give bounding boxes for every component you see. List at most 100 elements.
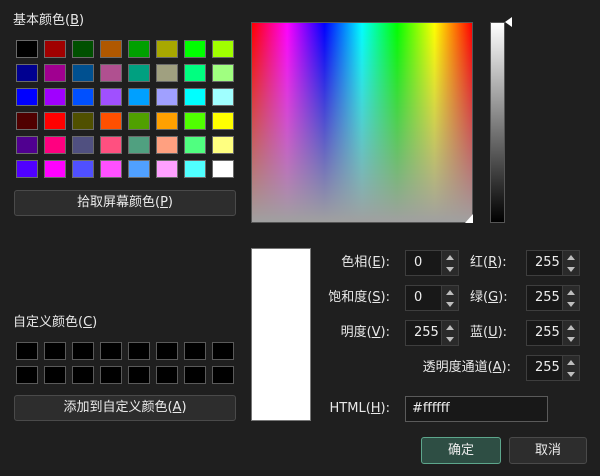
basic-color-swatch[interactable] xyxy=(72,160,94,178)
basic-color-swatch[interactable] xyxy=(72,136,94,154)
basic-color-swatch[interactable] xyxy=(16,40,38,58)
basic-color-swatch[interactable] xyxy=(156,136,178,154)
hue-decrease-icon[interactable] xyxy=(446,266,454,272)
custom-color-swatch[interactable] xyxy=(212,366,234,384)
custom-color-swatch[interactable] xyxy=(16,366,38,384)
custom-color-swatch[interactable] xyxy=(44,342,66,360)
basic-color-swatch[interactable] xyxy=(156,64,178,82)
basic-color-swatch[interactable] xyxy=(16,112,38,130)
basic-color-swatch[interactable] xyxy=(100,112,122,130)
basic-color-swatch[interactable] xyxy=(156,160,178,178)
basic-color-swatch[interactable] xyxy=(128,64,150,82)
basic-color-swatch[interactable] xyxy=(128,112,150,130)
basic-color-swatch[interactable] xyxy=(156,112,178,130)
basic-color-swatch[interactable] xyxy=(72,88,94,106)
basic-color-swatch[interactable] xyxy=(16,64,38,82)
green-spinbox[interactable]: 255 xyxy=(526,285,580,311)
add-to-custom-colors-button[interactable]: 添加到自定义颜色(A) xyxy=(14,395,236,421)
ok-button[interactable]: 确定 xyxy=(421,437,501,464)
red-increase-icon[interactable] xyxy=(567,254,575,260)
basic-color-swatch[interactable] xyxy=(44,112,66,130)
hue-increase-icon[interactable] xyxy=(446,254,454,260)
saturation-increase-icon[interactable] xyxy=(446,289,454,295)
basic-color-swatch[interactable] xyxy=(100,160,122,178)
basic-color-swatch[interactable] xyxy=(44,136,66,154)
basic-color-swatch[interactable] xyxy=(128,136,150,154)
basic-color-swatch[interactable] xyxy=(44,160,66,178)
custom-color-swatch[interactable] xyxy=(72,366,94,384)
basic-color-swatch[interactable] xyxy=(128,88,150,106)
custom-color-swatch[interactable] xyxy=(156,342,178,360)
custom-color-swatch[interactable] xyxy=(184,342,206,360)
saturation-spinbox[interactable]: 0 xyxy=(405,285,459,311)
basic-color-swatch[interactable] xyxy=(184,40,206,58)
custom-color-swatch[interactable] xyxy=(100,366,122,384)
blue-spinbox[interactable]: 255 xyxy=(526,320,580,346)
basic-color-swatch[interactable] xyxy=(212,112,234,130)
basic-color-swatch[interactable] xyxy=(44,40,66,58)
basic-color-swatch[interactable] xyxy=(128,160,150,178)
basic-color-swatch[interactable] xyxy=(156,88,178,106)
basic-color-swatch[interactable] xyxy=(184,112,206,130)
alpha-spinbox[interactable]: 255 xyxy=(526,355,580,381)
red-spinbox[interactable]: 255 xyxy=(526,250,580,276)
blue-increase-icon[interactable] xyxy=(567,324,575,330)
hue-spinbox[interactable]: 0 xyxy=(405,250,459,276)
luminance-slider[interactable] xyxy=(490,22,505,223)
pick-screen-color-button[interactable]: 拾取屏幕颜色(P) xyxy=(14,190,236,216)
custom-color-swatch[interactable] xyxy=(128,342,150,360)
basic-color-swatch[interactable] xyxy=(44,88,66,106)
basic-color-swatch[interactable] xyxy=(100,40,122,58)
green-decrease-icon[interactable] xyxy=(567,301,575,307)
basic-color-swatch[interactable] xyxy=(72,112,94,130)
basic-color-swatch[interactable] xyxy=(128,40,150,58)
basic-color-swatch[interactable] xyxy=(72,64,94,82)
saturation-decrease-icon[interactable] xyxy=(446,301,454,307)
color-spectrum[interactable] xyxy=(251,22,473,223)
basic-color-swatch[interactable] xyxy=(72,40,94,58)
basic-color-swatch[interactable] xyxy=(212,40,234,58)
value-increase-icon[interactable] xyxy=(446,324,454,330)
basic-color-swatch[interactable] xyxy=(212,136,234,154)
basic-color-swatch[interactable] xyxy=(16,136,38,154)
red-decrease-icon[interactable] xyxy=(567,266,575,272)
basic-color-swatch[interactable] xyxy=(100,136,122,154)
basic-color-swatch[interactable] xyxy=(212,160,234,178)
basic-color-swatch[interactable] xyxy=(184,160,206,178)
basic-color-swatch[interactable] xyxy=(184,136,206,154)
luminance-arrow-icon[interactable] xyxy=(505,17,512,27)
custom-color-swatch[interactable] xyxy=(156,366,178,384)
basic-color-swatch[interactable] xyxy=(184,88,206,106)
basic-color-swatch[interactable] xyxy=(184,64,206,82)
value-spinbox[interactable]: 255 xyxy=(405,320,459,346)
value-input[interactable]: 255 xyxy=(405,320,441,346)
blue-decrease-icon[interactable] xyxy=(567,336,575,342)
cancel-button[interactable]: 取消 xyxy=(509,437,587,464)
custom-color-swatch[interactable] xyxy=(72,342,94,360)
basic-color-swatch[interactable] xyxy=(16,88,38,106)
basic-color-swatch[interactable] xyxy=(212,88,234,106)
custom-color-swatch[interactable] xyxy=(16,342,38,360)
red-input[interactable]: 255 xyxy=(526,250,562,276)
alpha-increase-icon[interactable] xyxy=(567,359,575,365)
custom-color-swatch[interactable] xyxy=(184,366,206,384)
value-decrease-icon[interactable] xyxy=(446,336,454,342)
basic-color-swatch[interactable] xyxy=(156,40,178,58)
saturation-input[interactable]: 0 xyxy=(405,285,441,311)
basic-color-swatch[interactable] xyxy=(44,64,66,82)
alpha-decrease-icon[interactable] xyxy=(567,371,575,377)
html-input[interactable]: #ffffff xyxy=(405,396,548,422)
alpha-input[interactable]: 255 xyxy=(526,355,562,381)
custom-color-swatch[interactable] xyxy=(44,366,66,384)
basic-color-swatch[interactable] xyxy=(100,64,122,82)
basic-color-swatch[interactable] xyxy=(212,64,234,82)
basic-color-swatch[interactable] xyxy=(100,88,122,106)
blue-input[interactable]: 255 xyxy=(526,320,562,346)
green-increase-icon[interactable] xyxy=(567,289,575,295)
green-input[interactable]: 255 xyxy=(526,285,562,311)
custom-color-swatch[interactable] xyxy=(212,342,234,360)
custom-color-swatch[interactable] xyxy=(100,342,122,360)
hue-input[interactable]: 0 xyxy=(405,250,441,276)
basic-color-swatch[interactable] xyxy=(16,160,38,178)
custom-color-swatch[interactable] xyxy=(128,366,150,384)
